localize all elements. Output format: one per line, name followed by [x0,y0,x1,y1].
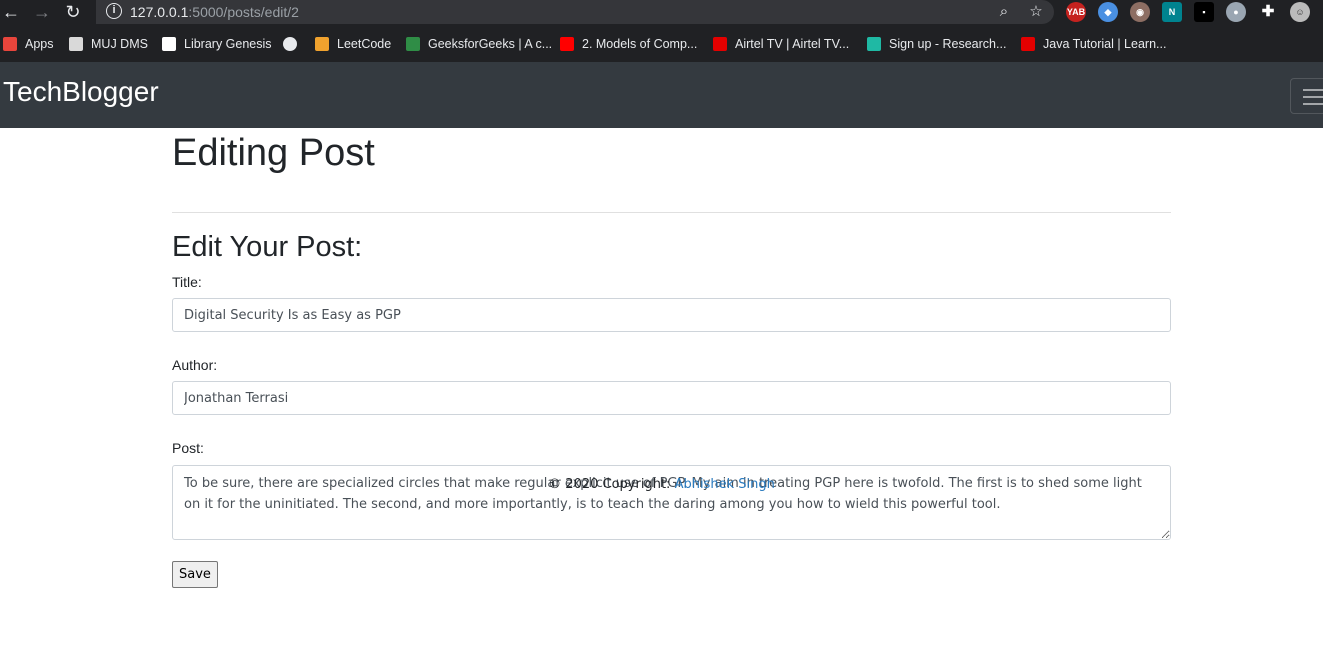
address-bar[interactable]: i 127.0.0.1:5000/posts/edit/2 ⌕ ☆ [96,0,1054,24]
bookmark-java-tutorial[interactable]: Java Tutorial | Learn... [1021,30,1166,58]
extension-dark-icon[interactable]: ▪ [1194,2,1214,22]
bookmark-airtel[interactable]: Airtel TV | Airtel TV... [713,30,849,58]
author-label: Author: [172,357,218,373]
title-input[interactable] [172,298,1171,332]
author-link[interactable]: Abhishek Singh [675,477,775,492]
url-text[interactable]: 127.0.0.1:5000/posts/edit/2 [130,4,299,20]
bookmark-muj-dms[interactable]: MUJ DMS [69,30,148,58]
researchgate-icon [867,37,881,51]
extension-circle-icon[interactable]: ● [1226,2,1246,22]
bookmark-research[interactable]: Sign up - Research... [867,30,1006,58]
footer: © 2020 Copyright: Abhishek Singh [0,477,1323,492]
forward-arrow-icon[interactable]: → [31,1,53,23]
zoom-icon[interactable]: ⌕ [994,2,1014,22]
bookmarks-bar: Apps MUJ DMS Library Genesis LeetCode Ge… [0,30,1323,58]
url-path: :5000/posts/edit/2 [188,4,299,20]
hamburger-icon [1303,89,1323,91]
post-label: Post: [172,440,204,456]
reload-icon[interactable]: ↻ [62,1,84,23]
bookmark-apps[interactable]: Apps [3,30,54,58]
save-button[interactable]: Save [172,561,218,588]
java-tutorial-icon [1021,37,1035,51]
airtel-icon [713,37,727,51]
extension-drop-icon[interactable]: ◆ [1098,2,1118,22]
bookmark-star-icon[interactable]: ☆ [1026,2,1046,22]
copyright-text: © 2020 Copyright: [548,477,675,492]
form-heading: Edit Your Post: [172,231,363,263]
back-arrow-icon[interactable]: ← [0,1,22,23]
bookmark-geeksforgeeks[interactable]: GeeksforGeeks | A c... [406,30,552,58]
extensions-puzzle-icon[interactable]: ✚ [1258,2,1278,22]
author-input[interactable] [172,381,1171,415]
globe-icon [283,37,297,51]
site-navbar: TechBlogger [0,62,1323,128]
profile-avatar[interactable]: ☺ [1290,2,1310,22]
apps-grid-icon [3,37,17,51]
youtube-icon [560,37,574,51]
address-row: ← → ↻ i 127.0.0.1:5000/posts/edit/2 ⌕ ☆ … [0,0,1323,24]
bookmark-globe[interactable] [283,30,297,58]
url-host: 127.0.0.1 [130,4,189,20]
yab-extension-icon[interactable]: YAB [1066,2,1086,22]
leetcode-icon [315,37,329,51]
site-info-icon[interactable]: i [106,3,122,19]
browser-chrome: ← → ↻ i 127.0.0.1:5000/posts/edit/2 ⌕ ☆ … [0,0,1323,62]
library-icon [162,37,176,51]
extension-n-icon[interactable]: N [1162,2,1182,22]
navbar-toggler-button[interactable] [1290,78,1323,114]
muj-logo-icon [69,37,83,51]
bookmark-library-genesis[interactable]: Library Genesis [162,30,272,58]
extension-owl-icon[interactable]: ◉ [1130,2,1150,22]
divider [172,212,1171,213]
page-title: Editing Post [172,132,375,174]
bookmark-leetcode[interactable]: LeetCode [315,30,391,58]
title-label: Title: [172,274,202,290]
navbar-brand[interactable]: TechBlogger [3,76,159,108]
geeksforgeeks-icon [406,37,420,51]
bookmark-youtube[interactable]: 2. Models of Comp... [560,30,697,58]
